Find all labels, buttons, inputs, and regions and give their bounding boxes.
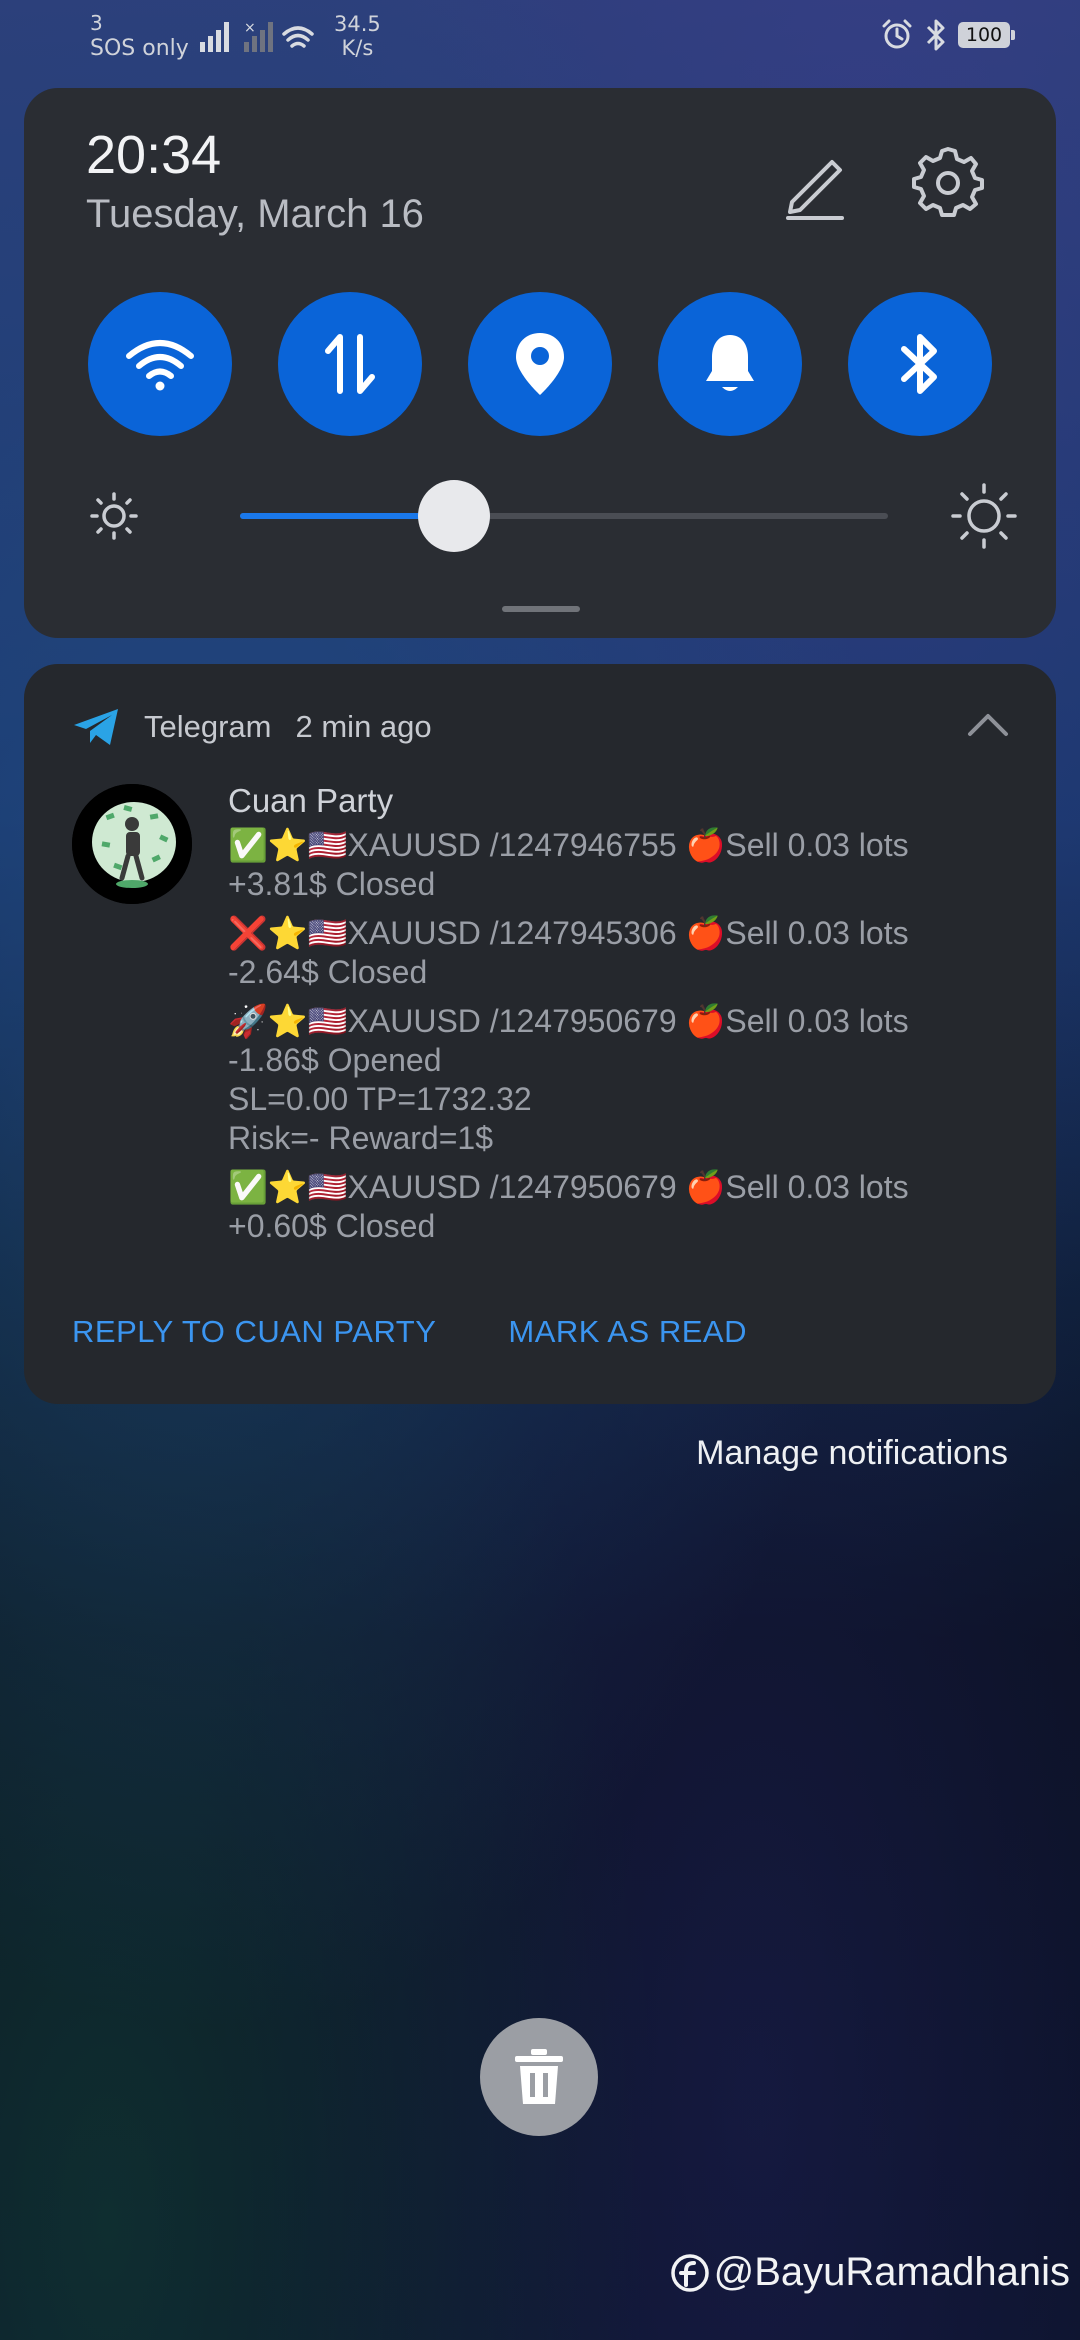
- sender-name: Cuan Party: [228, 782, 394, 819]
- brightness-low-icon: [90, 492, 138, 540]
- watermark-handle: @BayuRamadhanis: [713, 2250, 1070, 2294]
- wifi-icon: [126, 340, 194, 391]
- battery-icon: 100: [958, 22, 1015, 48]
- telegram-icon: [74, 709, 118, 745]
- carrier-slot: 3: [90, 11, 103, 35]
- toggle-sound[interactable]: [658, 292, 802, 436]
- message-line: Risk=- Reward=1$: [228, 1120, 493, 1156]
- message-entry: ✅⭐🇺🇸XAUUSD /1247946755 🍎Sell 0.03 lots +…: [228, 826, 1028, 904]
- speed-value: 34.5: [334, 12, 381, 36]
- avatar: [72, 784, 192, 904]
- group-avatar-image: [72, 784, 192, 904]
- notification-time: 2 min ago: [295, 709, 432, 744]
- clear-all-button[interactable]: [480, 2018, 598, 2136]
- carrier-info: 3 SOS only: [90, 10, 189, 62]
- message-line: 🚀⭐🇺🇸XAUUSD /1247950679 🍎Sell 0.03 lots: [228, 1003, 909, 1039]
- signal-icon: ×: [200, 20, 314, 52]
- watermark: @BayuRamadhanis: [670, 2250, 1070, 2295]
- clock[interactable]: 20:34: [86, 124, 221, 186]
- message-entry: ✅⭐🇺🇸XAUUSD /1247950679 🍎Sell 0.03 lots +…: [228, 1168, 1028, 1246]
- manage-notifications-link[interactable]: Manage notifications: [696, 1434, 1008, 1473]
- message-line: ✅⭐🇺🇸XAUUSD /1247946755 🍎Sell 0.03 lots: [228, 827, 909, 863]
- app-name: Telegram: [144, 709, 272, 744]
- bluetooth-icon: [926, 19, 945, 51]
- drag-handle[interactable]: [502, 606, 580, 612]
- message-line: +0.60$ Closed: [228, 1208, 436, 1244]
- status-bar: 3 SOS only × 34.5 K/s 100: [0, 0, 1080, 80]
- notification-body: Cuan Party ✅⭐🇺🇸XAUUSD /1247946755 🍎Sell …: [228, 782, 1028, 1256]
- toggle-location[interactable]: [468, 292, 612, 436]
- toggle-wifi[interactable]: [88, 292, 232, 436]
- message-line: SL=0.00 TP=1732.32: [228, 1081, 532, 1117]
- quick-settings-panel: 20:34 Tuesday, March 16: [24, 88, 1056, 638]
- edit-icon[interactable]: [782, 150, 852, 220]
- brightness-thumb[interactable]: [417, 480, 490, 552]
- message-entry: 🚀⭐🇺🇸XAUUSD /1247950679 🍎Sell 0.03 lots -…: [228, 1002, 1028, 1158]
- message-line: -2.64$ Closed: [228, 954, 428, 990]
- gear-icon[interactable]: [912, 146, 984, 218]
- message-line: ✅⭐🇺🇸XAUUSD /1247950679 🍎Sell 0.03 lots: [228, 1169, 909, 1205]
- toggle-mobile-data[interactable]: [278, 292, 422, 436]
- chevron-up-icon[interactable]: [964, 704, 1012, 744]
- quick-toggles: [88, 292, 992, 436]
- message-entry: ❌⭐🇺🇸XAUUSD /1247945306 🍎Sell 0.03 lots -…: [228, 914, 1028, 992]
- data-transfer-icon: [325, 334, 375, 394]
- date[interactable]: Tuesday, March 16: [86, 192, 424, 237]
- alarm-icon: [882, 19, 912, 49]
- toggle-bluetooth[interactable]: [848, 292, 992, 436]
- telegram-notification[interactable]: Telegram 2 min ago Cuan Party ✅⭐🇺🇸XAUUSD…: [24, 664, 1056, 1404]
- brightness-track[interactable]: [240, 480, 888, 552]
- network-speed: 34.5 K/s: [334, 12, 381, 60]
- speed-unit: K/s: [341, 36, 374, 60]
- message-line: ❌⭐🇺🇸XAUUSD /1247945306 🍎Sell 0.03 lots: [228, 915, 909, 951]
- bell-icon: [706, 335, 754, 391]
- reply-button[interactable]: REPLY TO CUAN PARTY: [72, 1314, 436, 1350]
- wifi-status-icon: [282, 26, 314, 48]
- svg-text:×: ×: [244, 20, 256, 36]
- message-line: +3.81$ Closed: [228, 866, 436, 902]
- carrier-status: SOS only: [90, 36, 189, 61]
- trash-icon: [515, 2049, 563, 2104]
- message-line: -1.86$ Opened: [228, 1042, 442, 1078]
- status-icons: 100: [880, 18, 1015, 52]
- creator-logo-icon: [670, 2253, 709, 2292]
- brightness-slider[interactable]: [90, 476, 1020, 556]
- bluetooth-toggle-icon: [901, 334, 937, 394]
- location-pin-icon: [516, 333, 564, 395]
- brightness-high-icon: [951, 483, 1017, 549]
- notification-actions: REPLY TO CUAN PARTY MARK AS READ: [72, 1314, 747, 1350]
- mark-as-read-button[interactable]: MARK AS READ: [508, 1314, 747, 1350]
- notification-header: Telegram 2 min ago: [72, 702, 432, 752]
